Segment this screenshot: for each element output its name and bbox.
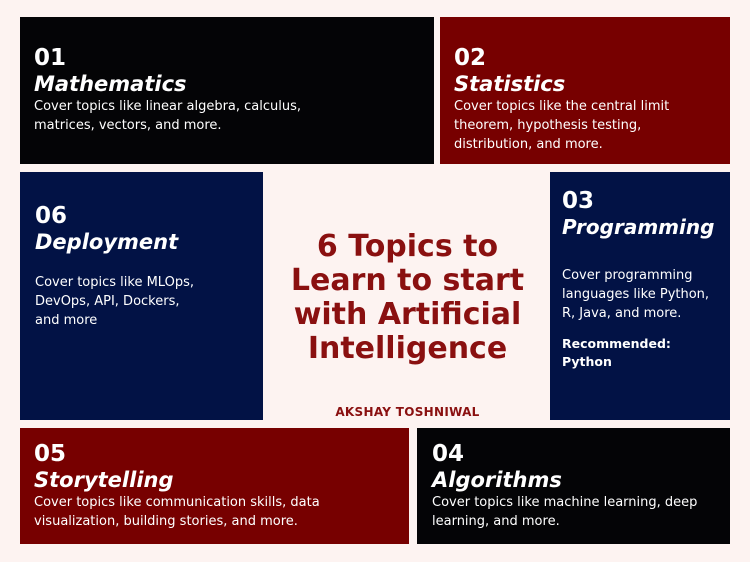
topic-recommendation: Recommended: Python	[562, 336, 671, 369]
topic-card-algorithms: 04 Algorithms Cover topics like machine …	[417, 428, 730, 544]
topic-description: Cover topics like machine learning, deep…	[432, 495, 698, 529]
topic-description: Cover topics like linear algebra, calcul…	[34, 99, 302, 133]
topic-number: 03	[562, 188, 595, 214]
topic-title: Statistics	[454, 72, 566, 96]
topic-number: 01	[34, 45, 67, 71]
author-name: AKSHAY TOSHNIWAL	[335, 405, 480, 419]
topic-title: Storytelling	[34, 468, 174, 492]
topic-title: Algorithms	[432, 468, 562, 492]
topic-card-storytelling: 05 Storytelling Cover topics like commun…	[20, 428, 409, 544]
topic-description: Cover topics like the central limit theo…	[454, 99, 670, 152]
topic-title: Mathematics	[34, 72, 187, 96]
topic-title: Programming	[562, 215, 715, 239]
topic-number: 02	[454, 45, 487, 71]
topic-card-deployment: 06 Deployment Cover topics like MLOps, D…	[20, 172, 263, 420]
topic-card-mathematics: 01 Mathematics Cover topics like linear …	[20, 17, 434, 164]
topic-number: 06	[35, 203, 68, 229]
topic-description: Cover topics like communication skills, …	[34, 495, 320, 529]
topic-number: 04	[432, 441, 465, 467]
topic-card-programming: 03 Programming Cover programming languag…	[550, 172, 730, 420]
topic-description: Cover topics like MLOps, DevOps, API, Do…	[35, 275, 194, 328]
topic-card-statistics: 02 Statistics Cover topics like the cent…	[440, 17, 730, 164]
main-heading: 6 Topics to Learn to start with Artifici…	[290, 229, 525, 366]
topic-description: Cover programming languages like Python,…	[562, 268, 710, 321]
topic-title: Deployment	[35, 230, 179, 254]
topic-number: 05	[34, 441, 67, 467]
